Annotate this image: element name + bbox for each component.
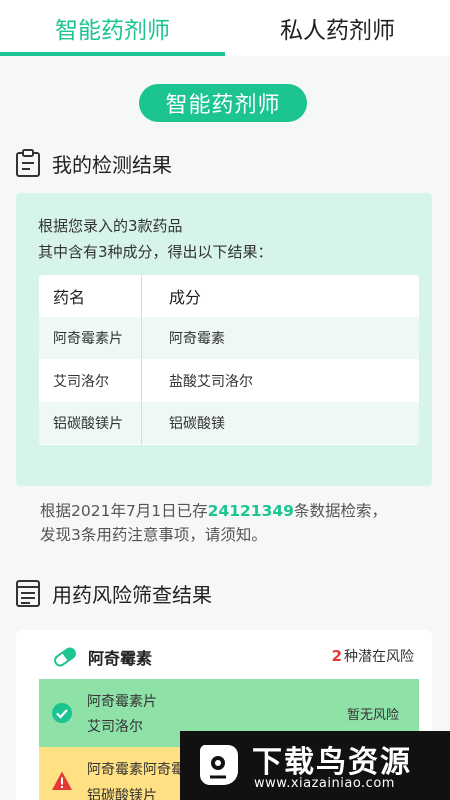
clipboard-icon (16, 149, 40, 177)
risk-drug-name: 阿奇霉素 (88, 649, 153, 668)
detection-line-2: 其中含有3种成分，得出以下结果： (38, 243, 273, 261)
risk-row-drug-2: 铝碳酸镁片 (87, 788, 157, 800)
table-row: 阿奇霉素片 阿奇霉素 (39, 317, 419, 359)
watermark-url: www.xiazainiao.com (254, 776, 395, 791)
tab-label: 私人药剂师 (280, 18, 395, 44)
ingredient-cell: 盐酸艾司洛尔 (169, 374, 253, 390)
drug-name-cell: 铝碳酸镁片 (53, 416, 123, 432)
detection-result-box: 根据您录入的3款药品 其中含有3种成分，得出以下结果： 药名 成分 阿奇霉素片 … (16, 193, 432, 486)
risk-heading-label: 用药风险筛查结果 (52, 582, 212, 607)
watermark-title: 下载鸟资源 (252, 745, 412, 780)
drug-name-cell: 阿奇霉素片 (53, 331, 123, 347)
tab-label: 智能药剂师 (55, 18, 170, 44)
risk-count-label: 种潜在风险 (344, 649, 414, 665)
risk-row-drug-1: 阿奇霉素片 (87, 694, 157, 710)
detection-line-1: 根据您录入的3款药品 (38, 217, 183, 235)
tab-smart-pharmacist[interactable]: 智能药剂师 (0, 0, 225, 56)
table-row: 铝碳酸镁片 铝碳酸镁 (39, 402, 419, 444)
ingredient-cell: 阿奇霉素 (169, 331, 225, 347)
table-column-divider (141, 275, 142, 445)
risk-count-number: 2 (331, 647, 342, 665)
ingredient-cell: 铝碳酸镁 (169, 416, 225, 432)
table-header-row: 药名 成分 (39, 275, 419, 317)
tab-bar: 智能药剂师 私人药剂师 (0, 0, 450, 56)
summary-prefix: 根据2021年7月1日已存 (40, 502, 208, 520)
watermark-logo-icon (199, 745, 238, 785)
search-summary: 根据2021年7月1日已存24121349条数据检索， 发现3条用药注意事项，请… (40, 499, 420, 547)
watermark-banner: 下载鸟资源 www.xiazainiao.com (180, 731, 450, 800)
header-ingredient: 成分 (169, 288, 202, 307)
header-drug-name: 药名 (53, 288, 86, 307)
detection-heading-label: 我的检测结果 (52, 152, 172, 177)
tab-active-indicator (0, 52, 225, 56)
summary-suffix: 条数据检索， (293, 502, 387, 520)
risk-row-drug-1: 阿奇霉素阿奇霉 (87, 762, 185, 778)
page-title: 智能药剂师 (139, 84, 307, 122)
drug-name-cell: 艾司洛尔 (53, 374, 109, 390)
risk-status: 暂无风险 (346, 708, 399, 723)
page-title-text: 智能药剂师 (165, 93, 281, 118)
table-row: 艾司洛尔 盐酸艾司洛尔 (39, 360, 419, 402)
risk-count: 2 种潜在风险 (332, 646, 414, 666)
detection-heading: 我的检测结果 (14, 148, 172, 178)
capsule-icon (54, 647, 76, 667)
list-document-icon (16, 580, 40, 607)
risk-row-drug-2: 艾司洛尔 (87, 719, 143, 735)
summary-line-2: 发现3条用药注意事项，请须知。 (40, 526, 267, 544)
summary-record-count: 24121349 (207, 502, 294, 520)
tab-private-pharmacist[interactable]: 私人药剂师 (225, 0, 450, 56)
risk-card-header: 阿奇霉素 2 种潜在风险 (16, 642, 432, 672)
risk-heading: 用药风险筛查结果 (14, 578, 212, 608)
drug-table: 药名 成分 阿奇霉素片 阿奇霉素 艾司洛尔 盐酸艾司洛尔 铝碳酸镁片 铝碳酸镁 (39, 275, 419, 445)
warning-triangle-icon (52, 771, 72, 790)
check-circle-icon (52, 703, 72, 723)
